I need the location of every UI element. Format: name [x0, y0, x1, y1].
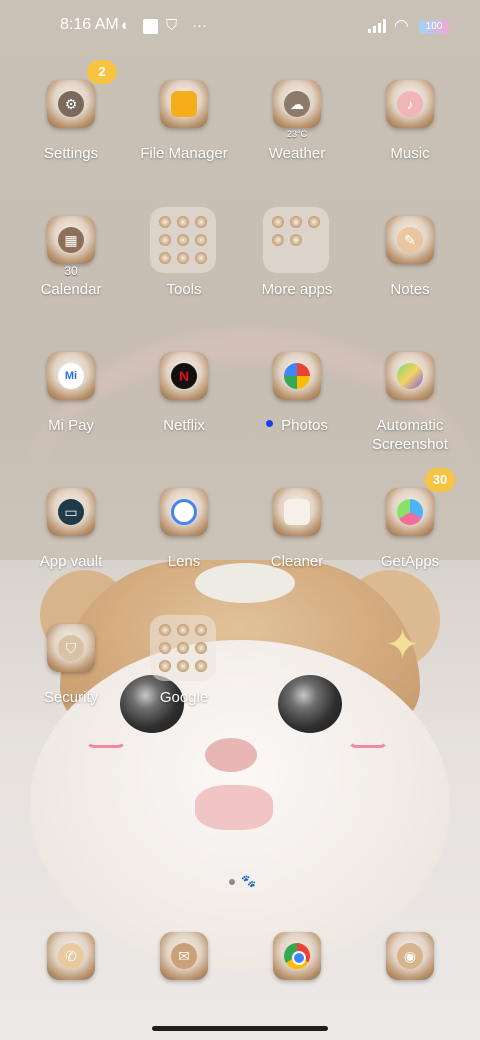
folder-tools[interactable]: Tools: [126, 207, 242, 326]
more-notifications-icon: ···: [192, 17, 207, 34]
wifi-icon: ◠: [394, 16, 409, 35]
app-calendar[interactable]: ▦ 30 Calendar: [13, 216, 129, 326]
signal-icon: [368, 19, 390, 33]
calendar-icon: ▦: [58, 227, 84, 253]
app-settings[interactable]: ⚙ 2 Settings: [13, 60, 129, 190]
photos-icon: [284, 363, 310, 389]
security-icon: ⛉: [58, 635, 84, 661]
app-photos[interactable]: Photos: [239, 352, 355, 462]
cat-eye-right: [278, 675, 342, 733]
music-icon: ♪: [397, 91, 423, 117]
app-app-vault[interactable]: ▭ App vault: [13, 488, 129, 598]
lens-icon: [171, 499, 197, 525]
folder-icon: [171, 91, 197, 117]
netflix-icon: N: [171, 363, 197, 389]
page-indicator: 🐾: [226, 874, 266, 888]
screenshot-icon: [397, 363, 423, 389]
folder-google[interactable]: Google: [126, 615, 242, 734]
app-lens[interactable]: Lens: [126, 488, 242, 598]
notes-icon: ✎: [397, 227, 423, 253]
cat-tongue: [195, 785, 273, 830]
weather-icon: ☁: [284, 91, 310, 117]
camera-icon: ◉: [397, 943, 423, 969]
settings-icon: ⚙: [58, 91, 84, 117]
getapps-icon: [397, 499, 423, 525]
app-getapps[interactable]: 30 GetApps: [352, 468, 468, 598]
folder-background: [150, 207, 216, 273]
app-netflix[interactable]: N Netflix: [126, 352, 242, 462]
folder-background: [263, 207, 329, 273]
weather-temp: 23°C: [286, 129, 308, 139]
app-file-manager[interactable]: File Manager: [126, 80, 242, 190]
dock-chrome[interactable]: [239, 932, 355, 992]
notification-badge: 2: [87, 60, 117, 84]
new-install-dot: [266, 419, 274, 427]
phone-icon: ✆: [58, 943, 84, 969]
messages-icon: ✉: [171, 943, 197, 969]
page-dot: [229, 879, 235, 885]
cleaner-icon: [284, 499, 310, 525]
notification-square-icon: [143, 19, 158, 34]
folder-background: [150, 615, 216, 681]
app-cleaner[interactable]: Cleaner: [239, 488, 355, 598]
app-vault-icon: ▭: [58, 499, 84, 525]
app-weather[interactable]: ☁ 23°C Weather: [239, 80, 355, 190]
mi-pay-icon: Mi: [58, 363, 84, 389]
cat-nose: [205, 738, 257, 772]
calendar-date: 30: [64, 264, 78, 278]
dock-messages[interactable]: ✉: [126, 932, 242, 992]
battery-indicator: 100: [419, 20, 449, 34]
status-time: 8:16 AM: [60, 16, 119, 33]
app-mi-pay[interactable]: Mi Mi Pay: [13, 352, 129, 462]
paw-page-dot-icon: 🐾: [241, 874, 256, 888]
notification-badge: 30: [425, 468, 455, 492]
sparkle-icon: ✦: [385, 621, 421, 668]
app-notes[interactable]: ✎ Notes: [352, 216, 468, 326]
app-music[interactable]: ♪ Music: [352, 80, 468, 190]
gesture-nav-handle[interactable]: [152, 1026, 328, 1031]
dock-camera[interactable]: ◉: [352, 932, 468, 992]
app-automatic-screenshot[interactable]: Automatic Screenshot: [352, 352, 468, 462]
status-bar: 8:16 AM ◐ ⛉ ··· ◠ 100: [0, 0, 480, 56]
app-security[interactable]: ⛉ Security: [13, 624, 129, 734]
folder-more-apps[interactable]: More apps: [239, 207, 355, 326]
shield-notification-icon: ⛉: [166, 17, 178, 34]
dock-phone[interactable]: ✆: [13, 932, 129, 992]
chrome-icon: [284, 943, 310, 969]
notification-app-icon: ◐: [121, 17, 131, 34]
